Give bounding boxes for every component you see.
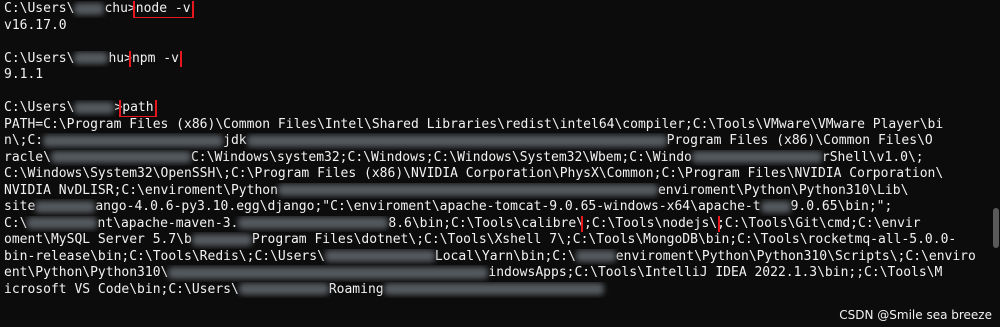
redacted-segment (238, 217, 389, 229)
path-output-line: NVIDIA NvDLISR;C:\enviroment\Python envir… (4, 182, 909, 198)
redacted-segment (43, 134, 224, 147)
path-output-line: racle\ C:\Windows\system32;C:\Windows;C:\… (4, 149, 924, 165)
path-output-line: ent\Python\Python310\ indowsApps;C:\Tools… (4, 265, 943, 280)
prompt-tail: chu> (104, 1, 136, 16)
redacted-segment (191, 233, 252, 246)
prompt-path: C:\Users\ (4, 100, 75, 115)
redacted-segment (35, 200, 96, 213)
path-output-line: icrosoft VS Code\bin;C:\Users\ Roaming (4, 282, 1000, 299)
path-output-line: PATH=C:\Program Files (x86)\Common Files… (4, 116, 944, 132)
redacted-segment (760, 200, 791, 213)
redacted-segment (246, 134, 667, 147)
redacted-segment (277, 184, 658, 196)
terminal-window[interactable]: C:\Users\ chu>node -v v16.17.0 C:\Users\ h… (0, 0, 1000, 327)
command-npm-version: npm -v (128, 50, 182, 67)
watermark: CSDN @Smile sea breeze (839, 307, 992, 322)
path-output-line: site ango-4.0.6-py3.10.egg\django;"C:\env… (4, 199, 893, 214)
redacted-username (74, 2, 105, 15)
scrollbar-thumb[interactable] (993, 208, 999, 248)
redacted-segment (575, 250, 616, 262)
prompt-line-npm: C:\Users\ hu>npm -v (4, 50, 1000, 67)
command-node-version: node -v (132, 1, 194, 18)
redacted-segment (27, 217, 98, 229)
prompt-path: C:\Users\ (4, 1, 75, 16)
prompt-line-path: C:\Users\ >path (4, 100, 1000, 117)
redacted-segment (383, 283, 604, 295)
path-output-line: oment\MySQL Server 5.7\b Program Files\do… (4, 232, 957, 247)
redacted-username (74, 101, 115, 114)
redacted-segment (168, 266, 489, 279)
redacted-segment (324, 250, 435, 262)
highlighted-nodejs-path: ;C:\Tools\nodejs\ (581, 215, 721, 232)
redacted-segment (50, 151, 191, 163)
output-npm-version: 9.1.1 (4, 67, 44, 82)
command-path: path (119, 100, 157, 117)
path-output-line: C:\ nt\apache-maven-3. 8.6\bin;C:\Tools\ca… (4, 215, 921, 232)
redacted-segment (691, 151, 822, 163)
redacted-segment (238, 283, 329, 295)
path-output-line: bin-release\bin;C:\Tools\Redis\;C:\Users… (4, 248, 976, 264)
prompt-tail: hu> (108, 50, 132, 66)
prompt-line-node: C:\Users\ chu>node -v (4, 1, 1000, 18)
path-output-line: n\;C: jdk Program Files (x86)\Common Files… (4, 133, 933, 148)
output-node-version: v16.17.0 (4, 17, 67, 33)
path-output-line: C:\Windows\System32\OpenSSH\;C:\Program … (4, 166, 944, 181)
prompt-path: C:\Users\ (4, 50, 75, 66)
redacted-username (74, 52, 109, 64)
